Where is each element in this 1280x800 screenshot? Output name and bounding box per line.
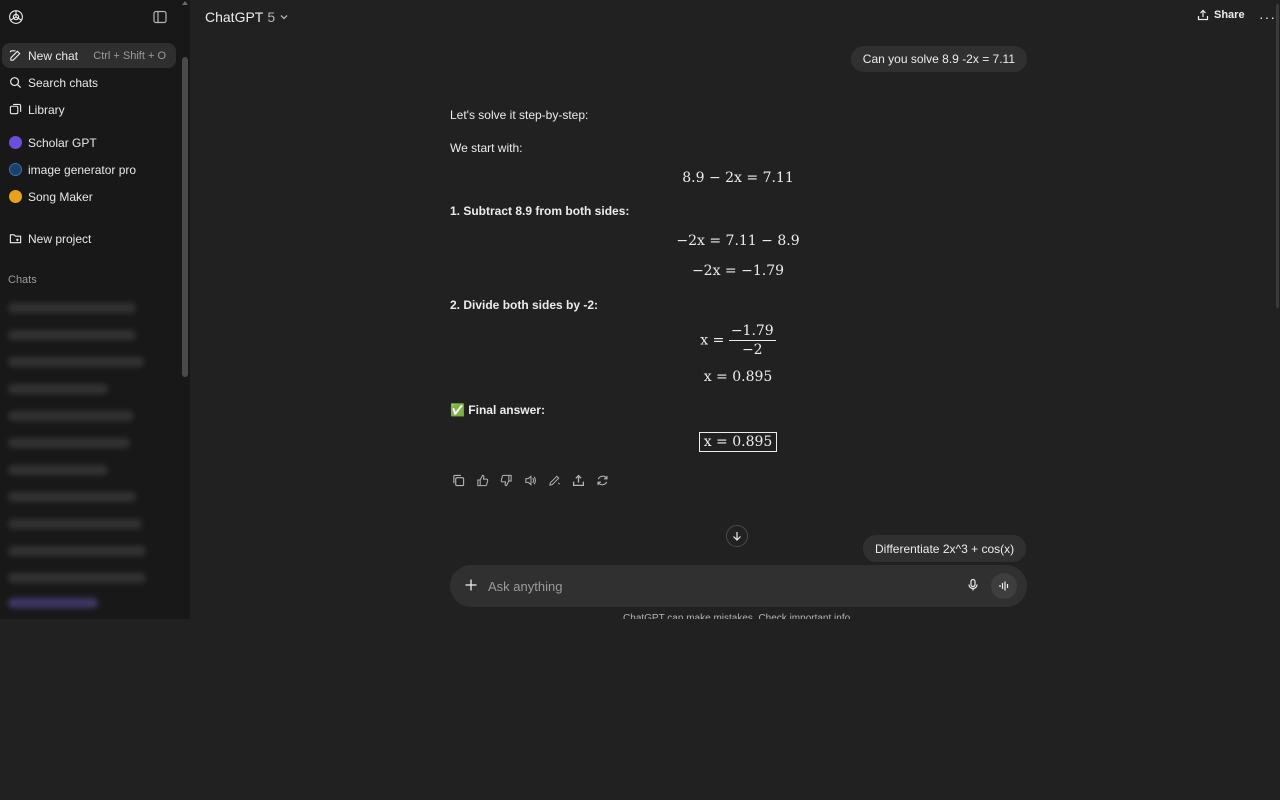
chats-section-label: Chats (8, 274, 37, 286)
gpt-label: image generator pro (28, 162, 137, 177)
sidebar-header (0, 0, 190, 34)
model-selector[interactable]: ChatGPT 5 (205, 9, 289, 25)
library-button[interactable]: Library (2, 97, 176, 122)
folder-plus-icon (9, 232, 22, 245)
copy-icon[interactable] (450, 472, 466, 488)
user-message: Can you solve 8.9 -2x = 7.11 (850, 46, 1027, 72)
message-actions (450, 472, 610, 488)
chat-history-item[interactable] (8, 438, 130, 448)
step-2-heading: 2. Divide both sides by -2: (450, 298, 599, 312)
search-chats-button[interactable]: Search chats (2, 70, 176, 95)
step-1-heading: 1. Subtract 8.9 from both sides: (450, 204, 630, 218)
sidebar-scroll-thumb[interactable] (182, 57, 188, 377)
share-button[interactable]: Share (1197, 9, 1245, 21)
thumbs-up-icon[interactable] (474, 472, 490, 488)
equation-2: −2x = 7.11 − 8.9 (676, 233, 800, 249)
final-answer-box: x = 0.895 (450, 432, 1026, 452)
library-label: Library (28, 102, 65, 117)
arrow-down-icon (733, 532, 741, 541)
scroll-to-bottom-button[interactable] (726, 525, 748, 547)
gpt-item-image-generator[interactable]: image generator pro (2, 157, 176, 182)
edit-pencil-icon[interactable] (546, 472, 562, 488)
microphone-icon[interactable] (966, 578, 980, 592)
prompt-input[interactable] (488, 576, 948, 596)
disclaimer-text: ChatGPT can make mistakes. Check importa… (623, 613, 853, 619)
fraction-numerator: −1.79 (728, 323, 776, 341)
share-icon (1197, 9, 1209, 21)
model-version: 5 (267, 9, 276, 25)
plus-icon[interactable] (464, 578, 478, 592)
equation-4-lhs: x = (700, 332, 725, 349)
chevron-down-icon (280, 15, 288, 20)
sidebar: New chat Ctrl + Shift + O Search chats L… (0, 0, 190, 619)
new-chat-button[interactable]: New chat Ctrl + Shift + O (2, 43, 176, 68)
regenerate-icon[interactable] (594, 472, 610, 488)
search-chats-label: Search chats (28, 75, 99, 90)
chat-history-item[interactable] (8, 357, 144, 367)
gpt-item-scholar[interactable]: Scholar GPT (2, 130, 176, 155)
suggestion-chip[interactable]: Differentiate 2x^3 + cos(x) (863, 535, 1027, 562)
equation-3: −2x = −1.79 (691, 263, 785, 279)
new-project-button[interactable]: New project (2, 226, 176, 251)
chat-history-item[interactable] (8, 492, 136, 502)
composer (450, 565, 1027, 607)
more-options-button[interactable]: ··· (1259, 9, 1276, 25)
share-message-icon[interactable] (570, 472, 586, 488)
chat-history-item[interactable] (8, 411, 134, 421)
read-aloud-icon[interactable] (522, 472, 538, 488)
fraction-denominator: −2 (741, 342, 763, 358)
equation-4: x = −1.79 −2 (450, 323, 1026, 358)
voice-mode-button[interactable] (991, 573, 1017, 599)
openai-logo-icon[interactable] (7, 8, 25, 26)
edit-icon (9, 49, 22, 62)
scroll-up-arrow-icon[interactable] (182, 1, 188, 5)
new-chat-shortcut: Ctrl + Shift + O (93, 49, 166, 62)
model-name: ChatGPT (205, 9, 264, 25)
chat-history-item[interactable] (8, 330, 136, 340)
new-chat-label: New chat (28, 48, 79, 63)
thumbs-down-icon[interactable] (498, 472, 514, 488)
sidebar-toggle-icon[interactable] (153, 10, 167, 24)
image-generator-icon (9, 163, 22, 176)
chat-history-item[interactable] (8, 384, 108, 394)
gpt-label: Scholar GPT (28, 135, 97, 150)
chat-history-item[interactable] (8, 573, 146, 583)
user-profile-item[interactable] (8, 598, 98, 608)
gpt-label: Song Maker (28, 189, 93, 204)
equation-5: x = 0.895 (703, 369, 773, 385)
boxed-answer: x = 0.895 (698, 432, 778, 452)
chat-history-item[interactable] (8, 303, 136, 313)
search-icon (9, 76, 22, 89)
chat-history-item[interactable] (8, 465, 108, 475)
scholar-gpt-icon (9, 136, 22, 149)
final-answer-heading: ✅ Final answer: (450, 403, 545, 417)
gpt-item-song-maker[interactable]: Song Maker (2, 184, 176, 209)
share-label: Share (1214, 9, 1245, 21)
chat-history-item[interactable] (8, 546, 146, 556)
library-icon (9, 103, 22, 116)
new-project-label: New project (28, 231, 92, 246)
assistant-start-text: We start with: (450, 141, 523, 155)
main-scrollbar[interactable] (1276, 4, 1279, 308)
equation-1: 8.9 − 2x = 7.11 (682, 170, 794, 186)
fraction: −1.79 −2 (728, 323, 776, 358)
voice-waveform-icon (999, 581, 1009, 591)
song-maker-icon (9, 190, 22, 203)
chat-history-item[interactable] (8, 519, 142, 529)
main-panel: ChatGPT 5 Share ··· Can you solve 8.9 -2… (190, 0, 1280, 619)
assistant-intro: Let's solve it step-by-step: (450, 108, 589, 122)
